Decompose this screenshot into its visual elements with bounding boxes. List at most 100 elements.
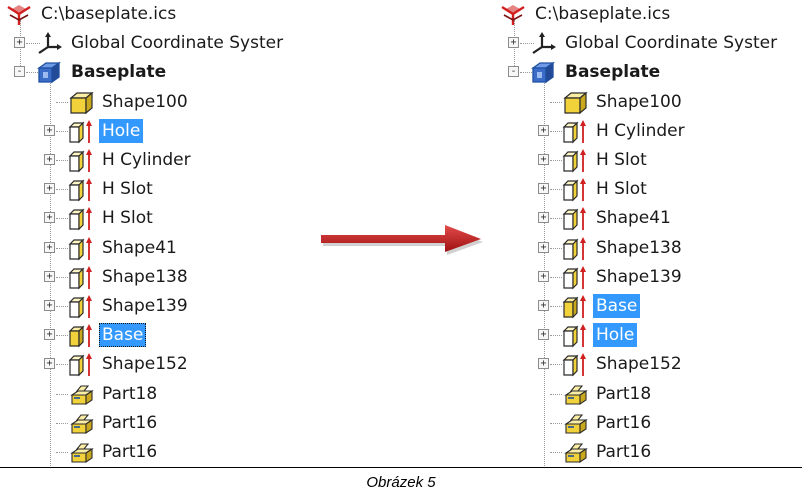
tree-after: C:\baseplate.ics + Global Coordinate Syste… bbox=[494, 0, 794, 466]
expand-toggle-icon[interactable]: + bbox=[538, 241, 549, 253]
tree-item[interactable]: + H Slot bbox=[494, 146, 794, 175]
expand-toggle-icon[interactable]: + bbox=[538, 329, 549, 341]
tree-item[interactable]: + Shape41 bbox=[0, 234, 300, 263]
tree-item[interactable]: + H Slot bbox=[0, 204, 300, 233]
tree-item[interactable]: Part16 bbox=[0, 438, 300, 467]
tree-item[interactable]: + H Slot bbox=[494, 175, 794, 204]
part-icon bbox=[560, 439, 590, 465]
tree-item[interactable]: + Shape138 bbox=[0, 263, 300, 292]
tree-node-label: Shape41 bbox=[596, 208, 671, 229]
tree-item[interactable]: + Shape152 bbox=[0, 350, 300, 379]
coordinate-icon bbox=[34, 30, 64, 56]
shape-axis-icon bbox=[560, 118, 590, 144]
tree-node-assembly[interactable]: - Baseplate bbox=[0, 58, 300, 87]
tree-node-label: Baseplate bbox=[565, 62, 661, 83]
tree-root-file[interactable]: C:\baseplate.ics bbox=[494, 0, 794, 29]
expand-toggle-icon[interactable]: + bbox=[44, 329, 55, 341]
tree-node-label: Global Coordinate Syster bbox=[565, 33, 778, 54]
expand-toggle-icon[interactable]: + bbox=[44, 154, 55, 165]
tree-item[interactable]: + Base bbox=[0, 321, 300, 350]
tree-node-label: Part18 bbox=[596, 383, 652, 404]
shape-axis-icon bbox=[560, 176, 590, 202]
shape-axis-icon bbox=[66, 264, 96, 290]
tree-item[interactable]: Part18 bbox=[0, 380, 300, 409]
solid-box-icon bbox=[560, 89, 590, 115]
expand-toggle-icon[interactable]: + bbox=[538, 358, 549, 370]
tree-item[interactable]: + Shape139 bbox=[0, 292, 300, 321]
tree-node-label: Hole bbox=[99, 118, 144, 143]
assembly-icon bbox=[34, 59, 64, 85]
expand-toggle-icon[interactable]: + bbox=[538, 154, 549, 165]
part-icon bbox=[66, 381, 96, 407]
collapse-toggle-icon[interactable]: - bbox=[508, 66, 519, 78]
tree-item[interactable]: + Shape138 bbox=[494, 234, 794, 263]
tree-node-label: H Slot bbox=[102, 179, 153, 200]
transition-arrow-icon bbox=[321, 225, 483, 255]
tree-node-label: Hole bbox=[593, 323, 638, 348]
expand-toggle-icon[interactable]: + bbox=[538, 212, 549, 224]
tree-node-label: H Cylinder bbox=[596, 120, 685, 141]
tree-node-label: H Slot bbox=[596, 150, 647, 170]
shape-axis-icon bbox=[66, 235, 96, 261]
expand-toggle-icon[interactable]: + bbox=[508, 37, 519, 49]
tree-item[interactable]: Shape100 bbox=[494, 88, 794, 117]
tree-node-label: H Slot bbox=[596, 179, 647, 200]
part-icon bbox=[66, 410, 96, 436]
file-icon bbox=[498, 1, 528, 27]
tree-root-file[interactable]: C:\baseplate.ics bbox=[0, 0, 300, 29]
coordinate-icon bbox=[528, 30, 558, 56]
tree-item[interactable]: + Shape152 bbox=[494, 350, 794, 379]
expand-toggle-icon[interactable]: + bbox=[538, 270, 549, 282]
tree-node-label: Shape41 bbox=[102, 237, 177, 258]
tree-node-label: Base bbox=[99, 323, 147, 348]
tree-item[interactable]: Part16 bbox=[0, 409, 300, 438]
expand-toggle-icon[interactable]: + bbox=[44, 358, 55, 370]
tree-item[interactable]: Part16 bbox=[494, 409, 794, 438]
tree-node-assembly[interactable]: - Baseplate bbox=[494, 58, 794, 87]
tree-item[interactable]: + H Cylinder bbox=[0, 146, 300, 175]
tree-node-coordinate-system[interactable]: + Global Coordinate Syster bbox=[494, 29, 794, 58]
tree-node-label: H Cylinder bbox=[102, 150, 191, 170]
tree-item[interactable]: Part18 bbox=[494, 380, 794, 409]
expand-toggle-icon[interactable]: + bbox=[44, 212, 55, 224]
expand-toggle-icon[interactable]: + bbox=[44, 183, 55, 195]
tree-item[interactable]: + Hole bbox=[0, 117, 300, 146]
tree-item[interactable]: + Shape139 bbox=[494, 263, 794, 292]
tree-node-label: Part18 bbox=[102, 383, 158, 404]
tree-item[interactable]: + H Cylinder bbox=[494, 117, 794, 146]
caption-divider bbox=[0, 467, 802, 468]
assembly-icon bbox=[528, 59, 558, 85]
expand-toggle-icon[interactable]: + bbox=[538, 124, 549, 136]
tree-node-label: Shape152 bbox=[596, 354, 682, 375]
expand-toggle-icon[interactable]: + bbox=[44, 270, 55, 282]
part-icon bbox=[66, 439, 96, 465]
collapse-toggle-icon[interactable]: - bbox=[14, 66, 25, 78]
expand-toggle-icon[interactable]: + bbox=[14, 37, 25, 49]
tree-item[interactable]: Part16 bbox=[494, 438, 794, 467]
shape-axis-icon bbox=[560, 351, 590, 377]
tree-node-label: Global Coordinate Syster bbox=[71, 33, 284, 54]
tree-item[interactable]: + Shape41 bbox=[494, 204, 794, 233]
expand-toggle-icon[interactable]: + bbox=[538, 300, 549, 311]
expand-toggle-icon[interactable]: + bbox=[538, 183, 549, 195]
part-icon bbox=[560, 381, 590, 407]
expand-toggle-icon[interactable]: + bbox=[44, 300, 55, 311]
tree-item[interactable]: + H Slot bbox=[0, 175, 300, 204]
shape-axis-icon bbox=[66, 118, 96, 144]
shape-axis-icon bbox=[66, 205, 96, 231]
shape-axis-icon bbox=[66, 351, 96, 377]
expand-toggle-icon[interactable]: + bbox=[44, 241, 55, 253]
tree-node-label: Part16 bbox=[102, 442, 158, 462]
tree-node-label: Shape152 bbox=[102, 354, 188, 375]
tree-item[interactable]: + Base bbox=[494, 292, 794, 321]
tree-item[interactable]: + Hole bbox=[494, 321, 794, 350]
shape-axis-icon bbox=[560, 147, 590, 173]
shape-axis-icon bbox=[560, 322, 590, 348]
tree-node-label: Shape138 bbox=[102, 266, 188, 287]
tree-node-coordinate-system[interactable]: + Global Coordinate Syster bbox=[0, 29, 300, 58]
tree-node-label: Part16 bbox=[102, 412, 158, 433]
tree-item[interactable]: Shape100 bbox=[0, 88, 300, 117]
part-icon bbox=[560, 410, 590, 436]
file-icon bbox=[4, 1, 34, 27]
expand-toggle-icon[interactable]: + bbox=[44, 124, 55, 136]
